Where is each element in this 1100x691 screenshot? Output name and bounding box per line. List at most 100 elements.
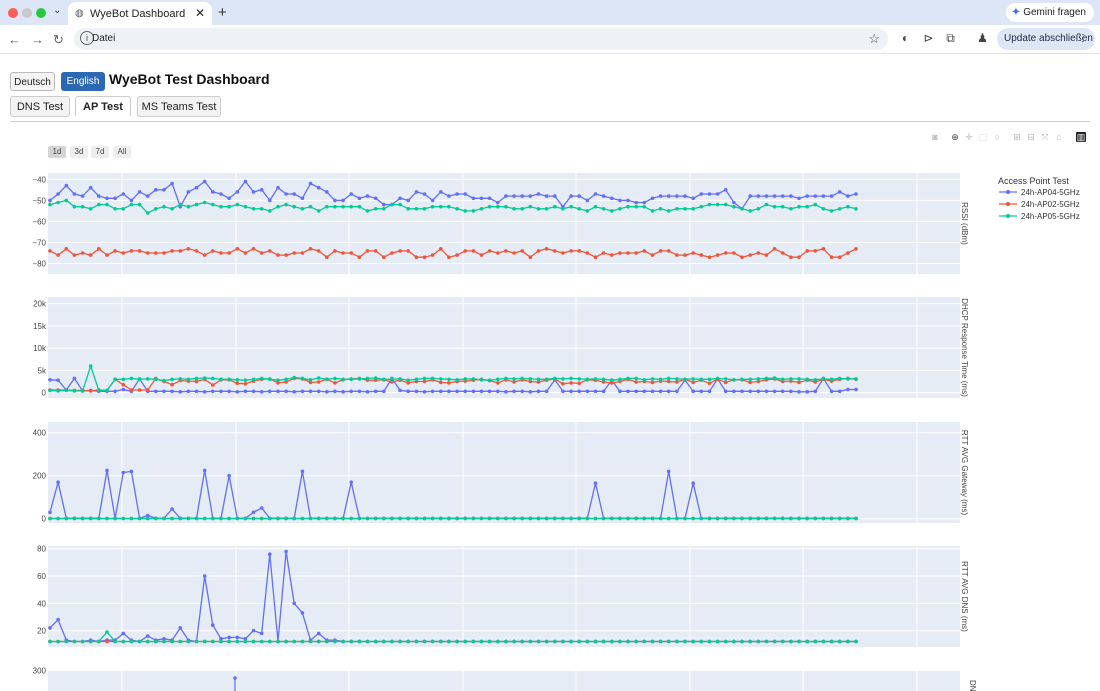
range-button-3d[interactable]: 3d: [70, 146, 88, 158]
media-extension-icon[interactable]: ⊳: [921, 31, 936, 46]
legend-item-ap02[interactable]: 24h-AP02-5GHz: [999, 200, 1080, 209]
gemini-button[interactable]: ✦ Gemini fragen: [1005, 3, 1094, 22]
data-point-1-2-11: [137, 377, 142, 382]
data-point-3-0-23: [235, 635, 240, 640]
data-point-0-1-48: [439, 247, 443, 251]
plotly-logo-icon[interactable]: ▥: [1076, 132, 1086, 142]
data-point-2-1-65: [577, 516, 581, 521]
range-button-7d[interactable]: 7d: [91, 146, 109, 158]
forward-arrow-icon[interactable]: →: [31, 32, 44, 47]
data-point-1-0-48: [439, 389, 443, 394]
data-point-3-2-83: [723, 639, 728, 644]
data-point-3-2-59: [528, 639, 533, 644]
data-point-1-1-45: [414, 379, 419, 384]
data-point-0-1-44: [406, 249, 411, 253]
tab-dns-test[interactable]: DNS Test: [10, 96, 70, 117]
close-tab-icon[interactable]: ✕: [195, 6, 205, 20]
lasso-select-icon[interactable]: ○: [992, 132, 1002, 142]
data-point-1-2-97: [837, 376, 842, 381]
data-point-3-1-91: [789, 639, 793, 644]
data-point-1-0-71: [626, 389, 630, 394]
data-point-1-0-38: [357, 389, 362, 394]
data-point-1-1-16: [178, 378, 183, 383]
extensions-puzzle-icon[interactable]: ⧉: [943, 31, 958, 46]
data-point-0-1-67: [593, 255, 598, 259]
data-point-1-1-62: [553, 377, 557, 381]
back-arrow-icon[interactable]: ←: [8, 32, 21, 47]
data-point-2-1-8: [113, 516, 117, 521]
lang-en-button[interactable]: English: [61, 72, 105, 91]
y-tick-label-3-3: 80: [37, 545, 46, 554]
update-button[interactable]: Update abschließen ⋮: [997, 28, 1095, 50]
data-point-2-2-75: [658, 516, 663, 521]
reset-axes-icon[interactable]: ⌂: [1054, 132, 1064, 142]
data-point-2-2-32: [308, 516, 313, 521]
lang-de-button[interactable]: Deutsch: [10, 72, 55, 91]
data-point-0-0-88: [764, 194, 769, 198]
data-point-2-2-84: [732, 516, 736, 521]
data-point-1-2-27: [268, 377, 272, 382]
data-point-3-1-47: [430, 639, 435, 644]
data-point-1-2-41: [382, 377, 386, 382]
pan-icon[interactable]: ✛: [964, 132, 974, 142]
data-point-1-1-24: [243, 382, 248, 386]
legend-item-ap05[interactable]: 24h-AP05-5GHz: [999, 212, 1080, 221]
minimize-window-button[interactable]: [22, 8, 32, 18]
data-point-1-0-43: [398, 388, 402, 393]
data-point-3-0-13: [154, 638, 158, 642]
zoom-in-icon[interactable]: ⊞: [1012, 132, 1022, 142]
data-point-1-2-86: [748, 377, 752, 382]
range-button-all[interactable]: All: [113, 146, 131, 158]
camera-icon[interactable]: ◙: [930, 132, 940, 142]
data-point-3-0-80: [699, 639, 704, 644]
data-point-3-0-42: [390, 639, 394, 644]
autoscale-icon[interactable]: ⤧: [1040, 132, 1050, 142]
box-select-icon[interactable]: ⬚: [978, 132, 988, 142]
data-point-0-1-10: [129, 249, 134, 253]
data-point-3-1-38: [357, 639, 362, 644]
data-point-3-1-43: [398, 639, 402, 644]
legend[interactable]: Access Point Test 24h-AP04-5GHz 24h-AP02…: [998, 176, 1080, 221]
new-tab-button[interactable]: +: [218, 4, 227, 21]
data-point-3-2-54: [487, 639, 492, 644]
browser-tab[interactable]: ◍ WyeBot Dashboard ✕: [68, 2, 212, 25]
range-button-1d[interactable]: 1d: [48, 146, 66, 158]
data-point-1-0-83: [723, 389, 728, 394]
data-point-3-0-24: [243, 637, 248, 641]
data-point-2-1-73: [642, 516, 647, 521]
data-point-0-1-35: [333, 249, 337, 253]
data-point-1-1-22: [227, 378, 231, 382]
y-tick-label-1-4: 20k: [33, 300, 47, 309]
profile-avatar-icon[interactable]: ♟: [975, 31, 990, 46]
data-point-1-2-58: [520, 376, 524, 381]
bookmark-star-icon[interactable]: ☆: [868, 31, 880, 47]
data-point-1-1-96: [829, 379, 834, 383]
data-point-2-1-6: [97, 516, 101, 521]
data-point-0-0-72: [634, 200, 638, 205]
data-point-0-2-96: [829, 209, 834, 213]
zoom-window-button[interactable]: [36, 8, 46, 18]
tab-ms-teams-test[interactable]: MS Teams Test: [137, 96, 221, 117]
zoom-out-icon[interactable]: ⊟: [1026, 132, 1036, 142]
more-menu-icon[interactable]: ⋮: [1078, 28, 1088, 50]
data-point-3-0-47: [430, 639, 435, 644]
series-line-3-2: [50, 631, 856, 643]
data-point-2-2-44: [406, 516, 411, 521]
tab-ap-test[interactable]: AP Test: [75, 96, 131, 117]
close-window-button[interactable]: [8, 8, 18, 18]
data-point-1-0-97: [837, 389, 842, 394]
translate-extension-icon[interactable]: ◐: [898, 31, 913, 46]
data-point-0-0-10: [129, 198, 134, 203]
data-point-1-2-93: [805, 377, 809, 382]
data-point-1-1-0: [48, 388, 52, 392]
address-bar[interactable]: i Datei ☆: [74, 28, 888, 50]
data-point-1-1-38: [357, 376, 362, 381]
reload-icon[interactable]: ↻: [53, 32, 64, 48]
legend-item-ap04[interactable]: 24h-AP04-5GHz: [999, 188, 1080, 197]
tab-list-chevron-icon[interactable]: ⌄: [53, 5, 61, 16]
data-point-1-0-77: [675, 389, 679, 394]
y-tick-label-1-2: 10k: [33, 344, 47, 353]
data-point-1-1-1: [56, 388, 60, 392]
zoom-icon[interactable]: ⊕: [950, 132, 960, 142]
data-point-3-2-64: [569, 639, 573, 644]
